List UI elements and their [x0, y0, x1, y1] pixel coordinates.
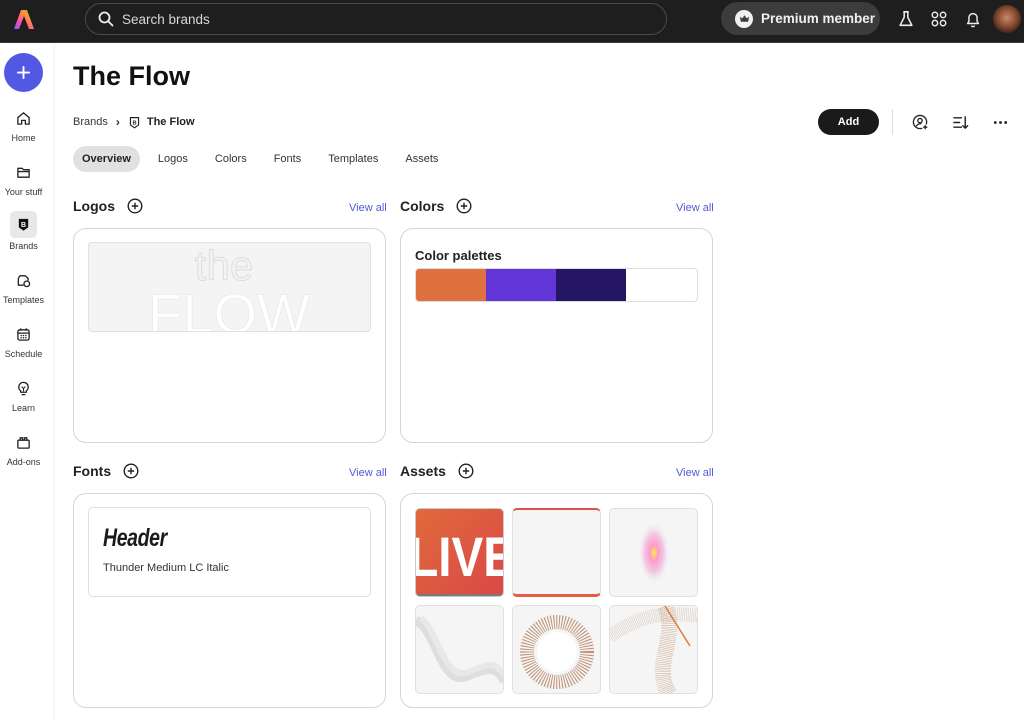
rail-item-templates[interactable]: Templates	[0, 268, 47, 305]
assets-card: LIVE	[400, 493, 713, 708]
section-title: Colors	[400, 198, 445, 214]
home-icon	[12, 106, 36, 130]
asset-ribbon-graphic[interactable]	[609, 605, 698, 694]
brand-icon: B	[10, 211, 37, 238]
logos-view-all-link[interactable]: View all	[349, 202, 387, 214]
logo-thumbnail[interactable]: the FLOW	[88, 242, 371, 332]
sort-icon[interactable]	[951, 113, 969, 131]
share-user-icon[interactable]	[911, 113, 929, 131]
section-title: Fonts	[73, 463, 112, 479]
brand-icon: B	[129, 116, 139, 128]
assets-section-header: Assets	[400, 463, 474, 479]
tab-bar: Overview Logos Colors Fonts Templates As…	[73, 146, 456, 172]
more-icon[interactable]	[991, 113, 1009, 131]
color-swatch[interactable]	[416, 269, 486, 301]
user-avatar[interactable]	[993, 5, 1021, 33]
color-swatch[interactable]	[556, 269, 626, 301]
app-logo-icon[interactable]	[12, 8, 36, 32]
font-name: Thunder Medium LC Italic	[103, 562, 229, 574]
colors-view-all-link[interactable]: View all	[676, 202, 714, 214]
rail-label: Templates	[2, 295, 45, 305]
premium-member-button[interactable]: Premium member	[721, 2, 880, 35]
labs-icon[interactable]	[896, 9, 916, 29]
notifications-bell-icon[interactable]	[963, 9, 983, 29]
fonts-section-header: Fonts	[73, 463, 139, 479]
rail-item-schedule[interactable]: Schedule	[0, 322, 47, 359]
breadcrumb-current: The Flow	[146, 116, 195, 128]
add-circle-icon[interactable]	[458, 463, 474, 479]
rail-item-brands[interactable]: B Brands	[0, 211, 47, 251]
tab-logos[interactable]: Logos	[149, 146, 197, 172]
divider	[892, 109, 893, 135]
rail-label: Learn	[11, 403, 36, 413]
color-swatch[interactable]	[626, 269, 696, 301]
plus-icon	[16, 65, 31, 80]
svg-text:B: B	[21, 222, 26, 229]
rail-label: Home	[11, 133, 36, 143]
color-swatch[interactable]	[486, 269, 556, 301]
add-circle-icon[interactable]	[127, 198, 143, 214]
tab-overview[interactable]: Overview	[73, 146, 140, 172]
search-icon	[98, 11, 114, 27]
rail-item-learn[interactable]: Learn	[0, 376, 47, 413]
add-circle-icon[interactable]	[123, 463, 139, 479]
apps-grid-icon[interactable]	[929, 9, 949, 29]
tab-assets[interactable]: Assets	[396, 146, 447, 172]
asset-wave-graphic[interactable]	[415, 605, 504, 694]
asset-live-graphic[interactable]: LIVE	[415, 508, 504, 597]
add-button[interactable]: Add	[818, 109, 879, 135]
asset-glow-graphic[interactable]	[609, 508, 698, 597]
lightbulb-icon	[12, 376, 36, 400]
templates-icon	[12, 268, 36, 292]
calendar-icon	[12, 322, 36, 346]
premium-label: Premium member	[761, 11, 876, 26]
section-title: Logos	[73, 198, 115, 214]
logos-card: the FLOW	[73, 228, 386, 443]
folder-icon	[12, 160, 36, 184]
crown-icon	[735, 9, 753, 28]
fonts-view-all-link[interactable]: View all	[349, 467, 387, 479]
rail-label: Your stuff	[4, 187, 43, 197]
fonts-card: Header Thunder Medium LC Italic	[73, 493, 386, 708]
asset-red-frame-graphic[interactable]	[512, 508, 601, 597]
page-title: The Flow	[73, 61, 190, 91]
top-bar: Search brands Premium member	[0, 0, 1024, 43]
main-content: The Flow Brands › B The Flow Add Overvie…	[53, 44, 1024, 722]
page-actions: Add	[818, 109, 1024, 135]
rail-label: Brands	[9, 241, 38, 251]
breadcrumb-brands[interactable]: Brands	[73, 116, 108, 128]
rail-label: Schedule	[4, 349, 43, 359]
rail-label: Add-ons	[6, 457, 41, 467]
svg-text:B: B	[132, 120, 136, 126]
colors-section-header: Colors	[400, 198, 472, 214]
breadcrumb: Brands › B The Flow	[73, 115, 195, 129]
add-circle-icon[interactable]	[456, 198, 472, 214]
tab-templates[interactable]: Templates	[319, 146, 387, 172]
assets-view-all-link[interactable]: View all	[676, 467, 714, 479]
colors-card: Color palettes	[400, 228, 713, 443]
color-palette[interactable]	[415, 268, 698, 302]
rail-item-home[interactable]: Home	[0, 106, 47, 143]
rail-item-your-stuff[interactable]: Your stuff	[0, 160, 47, 197]
search-placeholder: Search brands	[122, 11, 210, 27]
side-rail: Home Your stuff B Brands Templates Sched…	[0, 44, 53, 722]
rail-item-add-ons[interactable]: Add-ons	[0, 430, 47, 467]
addons-icon	[12, 430, 36, 454]
tab-fonts[interactable]: Fonts	[265, 146, 311, 172]
logos-section-header: Logos	[73, 198, 143, 214]
tab-colors[interactable]: Colors	[206, 146, 256, 172]
asset-ring-graphic[interactable]	[512, 605, 601, 694]
font-sample: Header	[103, 524, 167, 552]
search-input[interactable]: Search brands	[85, 3, 667, 35]
logo-text-bottom: FLOW	[148, 282, 310, 332]
palette-title: Color palettes	[415, 248, 502, 263]
create-button[interactable]	[4, 53, 43, 92]
chevron-right-icon: ›	[115, 115, 120, 129]
font-tile[interactable]: Header Thunder Medium LC Italic	[88, 507, 371, 597]
section-title: Assets	[400, 463, 446, 479]
asset-live-text: LIVE	[416, 526, 504, 588]
